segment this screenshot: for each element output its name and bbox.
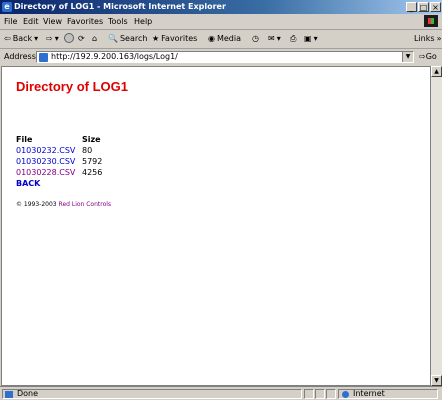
window-title: Directory of LOG1 - Microsoft Internet E… (14, 2, 226, 11)
page-done-icon (5, 391, 13, 398)
chevron-down-icon: ▾ (54, 34, 59, 43)
menu-edit[interactable]: Edit (23, 17, 39, 27)
status-cell (315, 389, 325, 399)
forward-arrow-icon: ⇨ (46, 34, 53, 43)
go-arrow-icon: ⇨ (419, 52, 426, 61)
status-cell (326, 389, 336, 399)
file-size: 80 (82, 146, 93, 155)
edit-button[interactable]: ▣ ▾ (304, 33, 318, 45)
browser-window: e Directory of LOG1 - Microsoft Internet… (0, 0, 442, 400)
maximize-button[interactable]: □ (418, 2, 429, 12)
address-label: Address (4, 52, 36, 61)
home-icon: ⌂ (92, 34, 98, 43)
status-cell (304, 389, 314, 399)
print-button[interactable]: ⎙ (290, 33, 296, 45)
copyright-notice: © 1993-2003 Red Lion Controls (16, 201, 111, 209)
page-viewport: Directory of LOG1 File Size 01030232.CSV… (1, 66, 431, 386)
address-input[interactable]: http://192.9.200.163/logs/Log1/ ▼ (36, 51, 414, 63)
vertical-scrollbar[interactable]: ▲ ▼ (431, 66, 442, 386)
menu-favorites[interactable]: Favorites (67, 17, 103, 27)
title-bar: e Directory of LOG1 - Microsoft Internet… (0, 0, 442, 14)
history-button[interactable]: ◷ (252, 33, 259, 45)
media-icon: ◉ (208, 34, 215, 43)
back-arrow-icon: ⇦ (4, 34, 11, 43)
search-icon: 🔍 (108, 34, 118, 43)
scroll-up-button[interactable]: ▲ (431, 66, 442, 77)
page-content: Directory of LOG1 File Size 01030232.CSV… (16, 79, 128, 208)
edit-icon: ▣ (304, 34, 312, 43)
mail-button[interactable]: ✉ ▾ (268, 33, 281, 45)
favorites-label: Favorites (161, 34, 198, 43)
stop-button[interactable] (64, 33, 74, 43)
back-label: Back (12, 34, 33, 43)
address-url: http://192.9.200.163/logs/Log1/ (51, 52, 178, 61)
page-title: Directory of LOG1 (16, 79, 128, 94)
status-text: Done (17, 389, 39, 398)
refresh-icon: ⟳ (78, 34, 85, 43)
address-bar: Address http://192.9.200.163/logs/Log1/ … (0, 49, 442, 65)
menu-view[interactable]: View (43, 17, 62, 27)
menu-help[interactable]: Help (134, 17, 152, 27)
file-size: 4256 (82, 168, 103, 177)
status-bar: Done Internet (0, 386, 442, 400)
copyright-text: © 1993-2003 (16, 201, 57, 208)
home-button[interactable]: ⌂ (92, 33, 97, 45)
go-button[interactable]: ⇨Go (419, 52, 437, 62)
back-link[interactable]: BACK (16, 179, 40, 189)
scroll-down-button[interactable]: ▼ (431, 375, 442, 386)
search-button[interactable]: 🔍 Search (108, 33, 147, 45)
chevron-down-icon: ▾ (313, 34, 318, 43)
forward-button[interactable]: ⇨ ▾ (46, 33, 59, 45)
print-icon: ⎙ (290, 34, 297, 43)
file-link[interactable]: 01030230.CSV (16, 157, 75, 167)
file-link[interactable]: 01030228.CSV (16, 168, 75, 178)
globe-icon (342, 391, 349, 398)
page-icon (39, 53, 48, 62)
stop-icon (64, 33, 74, 43)
chevron-right-icon: » (436, 34, 442, 43)
menu-file[interactable]: File (4, 17, 17, 27)
media-label: Media (216, 34, 242, 43)
toolbar: ⇦ Back ▾ ⇨ ▾ ⟳ ⌂ 🔍 Search ★ Favorites ◉ … (0, 30, 442, 49)
menu-bar: File Edit View Favorites Tools Help (0, 15, 442, 30)
favorites-icon: ★ (152, 34, 160, 43)
close-button[interactable]: × (430, 2, 441, 12)
search-label: Search (119, 34, 148, 43)
size-column-header: Size (82, 135, 101, 144)
refresh-button[interactable]: ⟳ (78, 33, 85, 45)
zone-label: Internet (353, 389, 385, 398)
menu-tools[interactable]: Tools (108, 17, 128, 27)
favorites-button[interactable]: ★ Favorites (152, 33, 197, 45)
status-main: Done (2, 389, 302, 399)
file-size: 5792 (82, 157, 103, 166)
chevron-down-icon: ▾ (34, 34, 39, 43)
history-icon: ◷ (252, 34, 259, 43)
go-label: Go (425, 52, 437, 61)
company-link[interactable]: Red Lion Controls (59, 201, 112, 208)
back-button[interactable]: ⇦ Back ▾ (4, 33, 38, 45)
links-button[interactable]: Links » (414, 33, 441, 45)
media-button[interactable]: ◉ Media (208, 33, 241, 45)
mail-icon: ✉ (268, 34, 275, 43)
chevron-down-icon: ▾ (276, 34, 281, 43)
address-dropdown-button[interactable]: ▼ (402, 52, 413, 62)
security-zone: Internet (338, 389, 438, 399)
ie-logo-icon: e (2, 2, 12, 12)
windows-logo-icon (424, 15, 438, 27)
minimize-button[interactable]: _ (406, 2, 417, 12)
links-label: Links (414, 34, 435, 43)
file-link[interactable]: 01030232.CSV (16, 146, 75, 156)
file-column-header: File (16, 135, 33, 144)
